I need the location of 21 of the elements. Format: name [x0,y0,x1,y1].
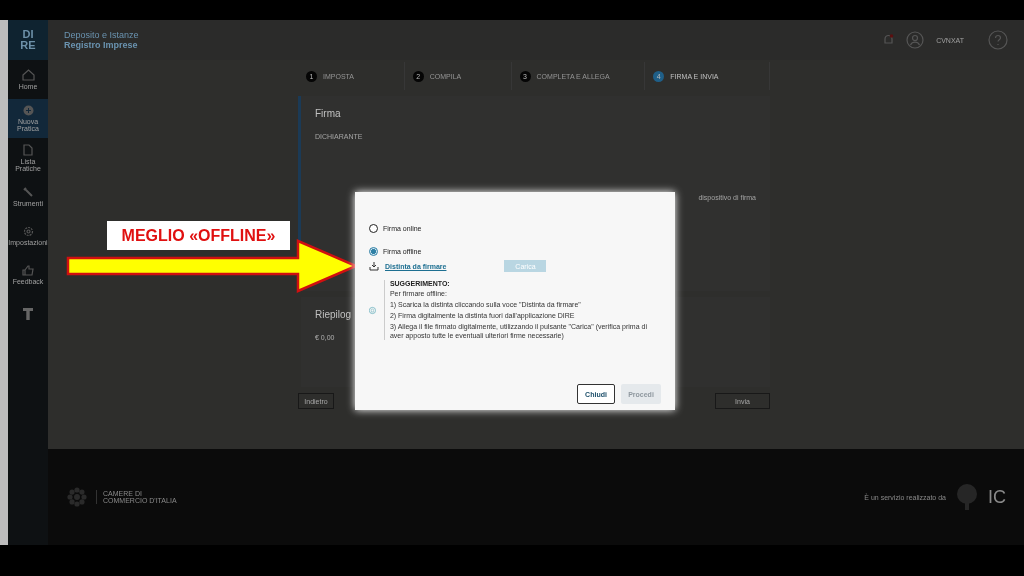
flower-logo-icon [66,486,88,508]
plus-icon [22,105,34,116]
card-title: Firma [315,108,341,119]
home-icon [21,69,35,81]
card-title: Riepilog [315,309,352,320]
tree-logo-icon [954,483,980,511]
annotation-label: MEGLIO «OFFLINE» [107,221,290,250]
app-title: Deposito e Istanze [64,30,140,40]
text-icon [21,307,35,320]
lightbulb-icon [369,304,376,316]
brand-name: IC [988,486,1006,508]
download-icon [369,261,379,271]
gear-icon [22,225,34,237]
file-icon [23,143,33,156]
user-avatar-icon[interactable] [906,31,925,49]
wrench-icon [22,186,34,198]
thumbs-up-icon [22,264,34,276]
app-subtitle: Registro Imprese [64,40,139,50]
bell-icon[interactable] [883,34,895,46]
help-icon[interactable] [988,30,1008,50]
logo: DI RE [8,20,48,60]
